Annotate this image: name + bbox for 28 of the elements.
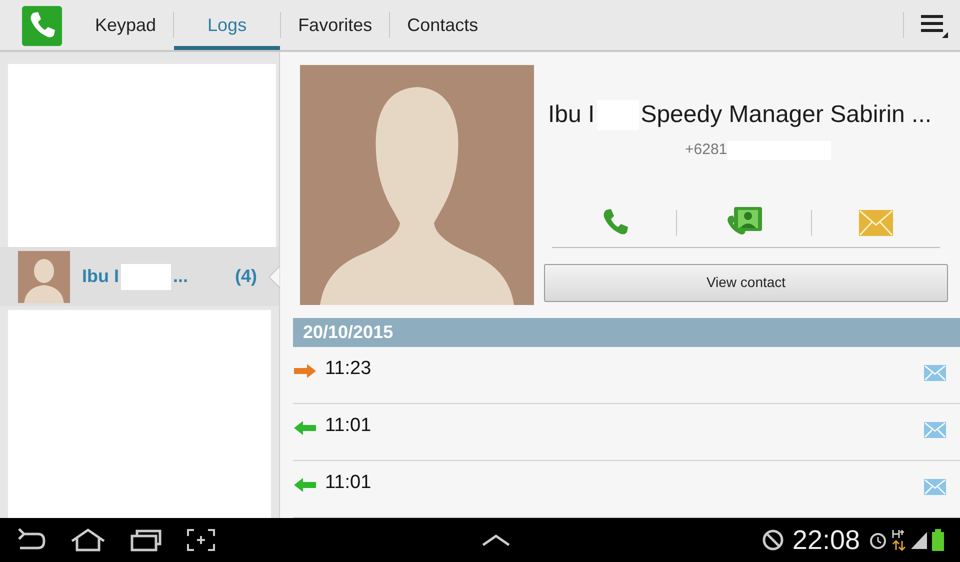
avatar-icon — [18, 250, 70, 303]
contact-name: Ibu I — [548, 100, 595, 130]
signal-icon — [910, 530, 928, 550]
tab[interactable]: Keypad — [78, 0, 174, 50]
alarm-icon — [868, 530, 888, 550]
data-arrows-icon — [892, 529, 906, 551]
tab[interactable]: Contacts — [390, 0, 496, 50]
contact-name: Speedy Manager Sabirin ... — [640, 100, 932, 130]
date-header: 20/10/2015 — [293, 318, 960, 348]
call-time: 11:23 — [325, 357, 372, 382]
phone-number: +6281 — [685, 140, 728, 160]
call-count: (4) — [235, 265, 257, 288]
screenshot-icon[interactable] — [186, 528, 216, 552]
blocked-icon — [762, 529, 784, 551]
home-icon[interactable] — [70, 528, 106, 552]
call-time: 11:01 — [325, 414, 372, 438]
recent-apps-icon[interactable] — [130, 528, 162, 552]
contact-name: Ibu I — [82, 265, 119, 288]
clock: 22:08 — [792, 524, 860, 557]
tab[interactable]: Favorites — [281, 0, 390, 50]
phone-app-icon[interactable] — [22, 6, 62, 46]
call-time: 11:01 — [325, 471, 372, 496]
back-icon[interactable] — [16, 528, 46, 552]
contact-name: ... — [173, 265, 188, 288]
battery-icon — [932, 529, 944, 551]
up-caret-icon[interactable] — [481, 533, 511, 547]
redaction-block — [121, 264, 171, 290]
view-contact-button[interactable]: View contact — [544, 264, 948, 302]
